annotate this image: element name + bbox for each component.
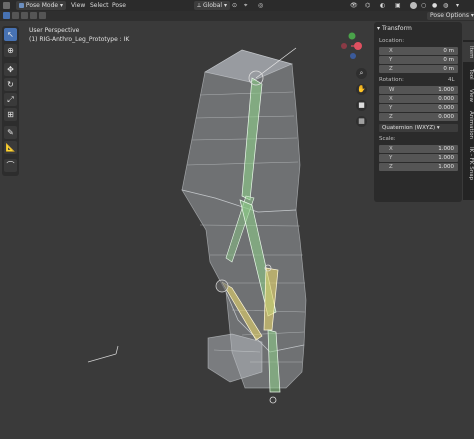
axis-label: X bbox=[389, 96, 393, 102]
location-z-field[interactable]: Z 0 m bbox=[379, 65, 458, 73]
tab-ik-fk-snap[interactable]: IK - FK Snap bbox=[463, 144, 474, 184]
sidebar-tabs: Item Tool View Animation IK - FK Snap bbox=[463, 40, 474, 200]
camera-icon: ■ bbox=[358, 101, 365, 109]
field-value: 0 m bbox=[443, 48, 454, 54]
axis-label: Y bbox=[389, 155, 393, 161]
pan-button[interactable]: ✋ bbox=[356, 84, 367, 95]
rotation-mode-label: Quaternion (WXYZ) bbox=[382, 125, 436, 131]
field-value: 0 m bbox=[443, 66, 454, 72]
tab-animation[interactable]: Animation bbox=[463, 108, 474, 142]
location-y-field[interactable]: Y 0 m bbox=[379, 56, 458, 64]
axis-label: X bbox=[389, 48, 393, 54]
hand-icon: ✋ bbox=[357, 85, 366, 93]
scale-label: Scale: bbox=[379, 136, 396, 142]
chevron-down-icon: ▾ bbox=[377, 25, 381, 32]
tab-item[interactable]: Item bbox=[463, 42, 474, 62]
scale-x-field[interactable]: X 1.000 bbox=[379, 145, 458, 153]
location-x-field[interactable]: X 0 m bbox=[379, 47, 458, 55]
axis-label: Z bbox=[389, 164, 393, 170]
rotation-mode-select[interactable]: Quaternion (WXYZ) ▾ bbox=[379, 124, 458, 132]
field-value: 1.000 bbox=[438, 155, 454, 161]
axis-label: W bbox=[389, 87, 395, 93]
ortho-toggle-button[interactable]: ▦ bbox=[356, 116, 367, 127]
field-value: 1.000 bbox=[438, 146, 454, 152]
field-value: 0.000 bbox=[438, 114, 454, 120]
zoom-button[interactable]: ⌕ bbox=[356, 68, 367, 79]
zoom-icon: ⌕ bbox=[359, 69, 364, 77]
field-value: 0 m bbox=[443, 57, 454, 63]
location-label: Location: bbox=[379, 38, 405, 44]
axis-label: Y bbox=[389, 105, 393, 111]
rotation-x-field[interactable]: X 0.000 bbox=[379, 95, 458, 103]
tab-view[interactable]: View bbox=[463, 86, 474, 106]
tab-tool[interactable]: Tool bbox=[463, 64, 474, 84]
axis-label: Y bbox=[389, 57, 393, 63]
axis-label: X bbox=[389, 146, 393, 152]
scale-y-field[interactable]: Y 1.000 bbox=[379, 154, 458, 162]
field-value: 1.000 bbox=[438, 164, 454, 170]
transform-section-title: Transform bbox=[381, 25, 412, 32]
rotation-y-field[interactable]: Y 0.000 bbox=[379, 104, 458, 112]
field-value: 0.000 bbox=[438, 105, 454, 111]
rotation-w-field[interactable]: W 1.000 bbox=[379, 86, 458, 94]
navigation-gizmo[interactable] bbox=[341, 32, 362, 60]
rotation-label: Rotation: bbox=[379, 77, 404, 83]
field-value: 0.000 bbox=[438, 96, 454, 102]
chevron-down-icon: ▾ bbox=[436, 125, 440, 131]
scale-z-field[interactable]: Z 1.000 bbox=[379, 163, 458, 171]
rotation-mode-badge[interactable]: 4L bbox=[448, 77, 455, 83]
camera-view-button[interactable]: ■ bbox=[356, 100, 367, 111]
axis-label: Z bbox=[389, 66, 393, 72]
rotation-z-field[interactable]: Z 0.000 bbox=[379, 113, 458, 121]
transform-panel-header[interactable]: ▾ Transform bbox=[377, 25, 412, 32]
sidebar-transform-panel: ▾ Transform Location: X 0 m Y 0 m Z 0 m Rot… bbox=[374, 22, 462, 202]
axis-label: Z bbox=[389, 114, 393, 120]
grid-icon: ▦ bbox=[358, 117, 365, 125]
floor-axis-gizmo bbox=[87, 345, 119, 363]
field-value: 1.000 bbox=[438, 87, 454, 93]
